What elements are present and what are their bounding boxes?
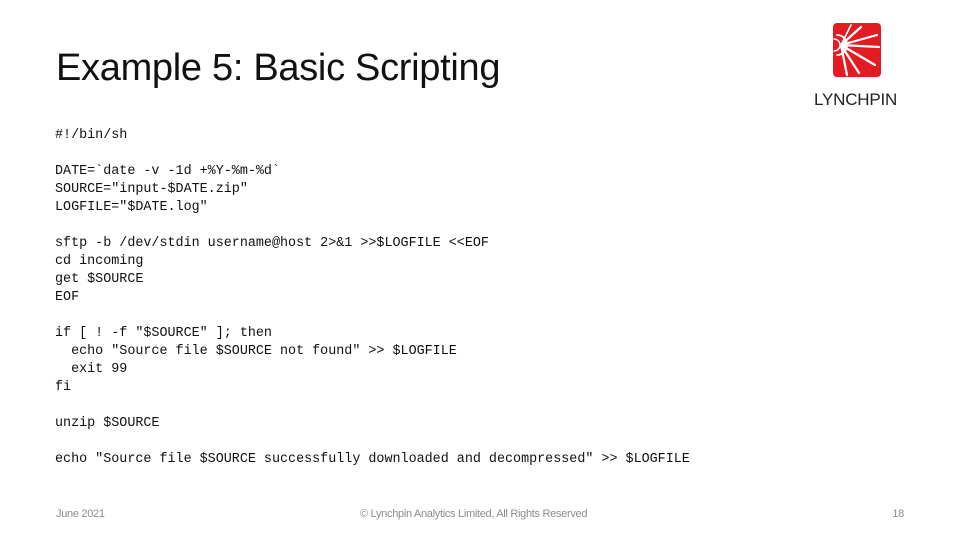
code-line: if [ ! -f "$SOURCE" ]; then	[55, 326, 272, 341]
code-line: unzip $SOURCE	[55, 416, 160, 431]
code-line: fi	[55, 380, 72, 395]
code-line: sftp -b /dev/stdin username@host 2>&1 >>…	[55, 236, 489, 251]
footer-copyright: © Lynchpin Analytics Limited, All Rights…	[360, 508, 588, 520]
lynchpin-sunburst-logo-icon	[833, 23, 881, 77]
slide-title: Example 5: Basic Scripting	[56, 47, 501, 89]
logo-wordmark: LYNCHPIN	[814, 90, 898, 109]
code-line: LOGFILE="$DATE.log"	[55, 200, 208, 215]
lynchpin-logo: LYNCHPIN	[814, 20, 914, 115]
code-line: get $SOURCE	[55, 272, 144, 287]
slide-page-number: 18	[892, 508, 904, 520]
code-line: DATE=`date -v -1d +%Y-%m-%d`	[55, 164, 280, 179]
code-line: cd incoming	[55, 254, 144, 269]
footer-date: June 2021	[56, 508, 105, 520]
code-line: echo "Source file $SOURCE successfully d…	[55, 452, 690, 467]
code-line: exit 99	[55, 362, 128, 377]
code-line: echo "Source file $SOURCE not found" >> …	[55, 344, 457, 359]
code-line: EOF	[55, 290, 80, 305]
shell-script-code-block: #!/bin/sh DATE=`date -v -1d +%Y-%m-%d` SOU…	[55, 127, 690, 469]
code-line: #!/bin/sh	[55, 128, 128, 143]
code-line: SOURCE="input-$DATE.zip"	[55, 182, 248, 197]
